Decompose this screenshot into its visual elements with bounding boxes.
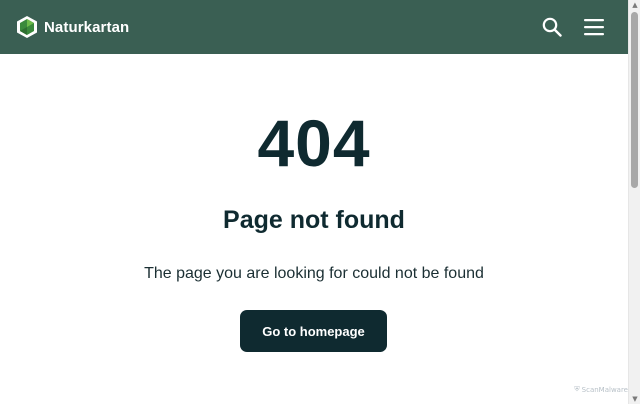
search-button[interactable] — [541, 16, 563, 38]
scroll-down-arrow-icon[interactable]: ▼ — [631, 395, 639, 403]
error-code: 404 — [257, 106, 371, 180]
watermark: ⛨ ScanMalware — [574, 385, 628, 394]
hamburger-menu-icon — [584, 19, 604, 36]
shield-icon: ⛨ — [574, 385, 580, 393]
error-content: 404 Page not found The page you are look… — [0, 54, 628, 404]
search-icon — [542, 17, 562, 37]
watermark-text: ScanMalware — [581, 385, 628, 394]
go-to-homepage-button[interactable]: Go to homepage — [240, 310, 387, 352]
error-message: The page you are looking for could not b… — [144, 265, 484, 282]
scrollbar-thumb[interactable] — [631, 12, 638, 188]
naturkartan-logo-icon — [17, 16, 37, 38]
header-actions — [541, 16, 613, 38]
brand-name: Naturkartan — [44, 18, 130, 36]
brand-link[interactable]: Naturkartan — [15, 15, 129, 39]
site-header: Naturkartan — [0, 0, 628, 54]
page-title: Page not found — [223, 206, 405, 234]
vertical-scrollbar[interactable]: ▲ ▼ — [628, 0, 640, 404]
menu-button[interactable] — [583, 16, 605, 38]
scroll-up-arrow-icon[interactable]: ▲ — [631, 1, 639, 9]
